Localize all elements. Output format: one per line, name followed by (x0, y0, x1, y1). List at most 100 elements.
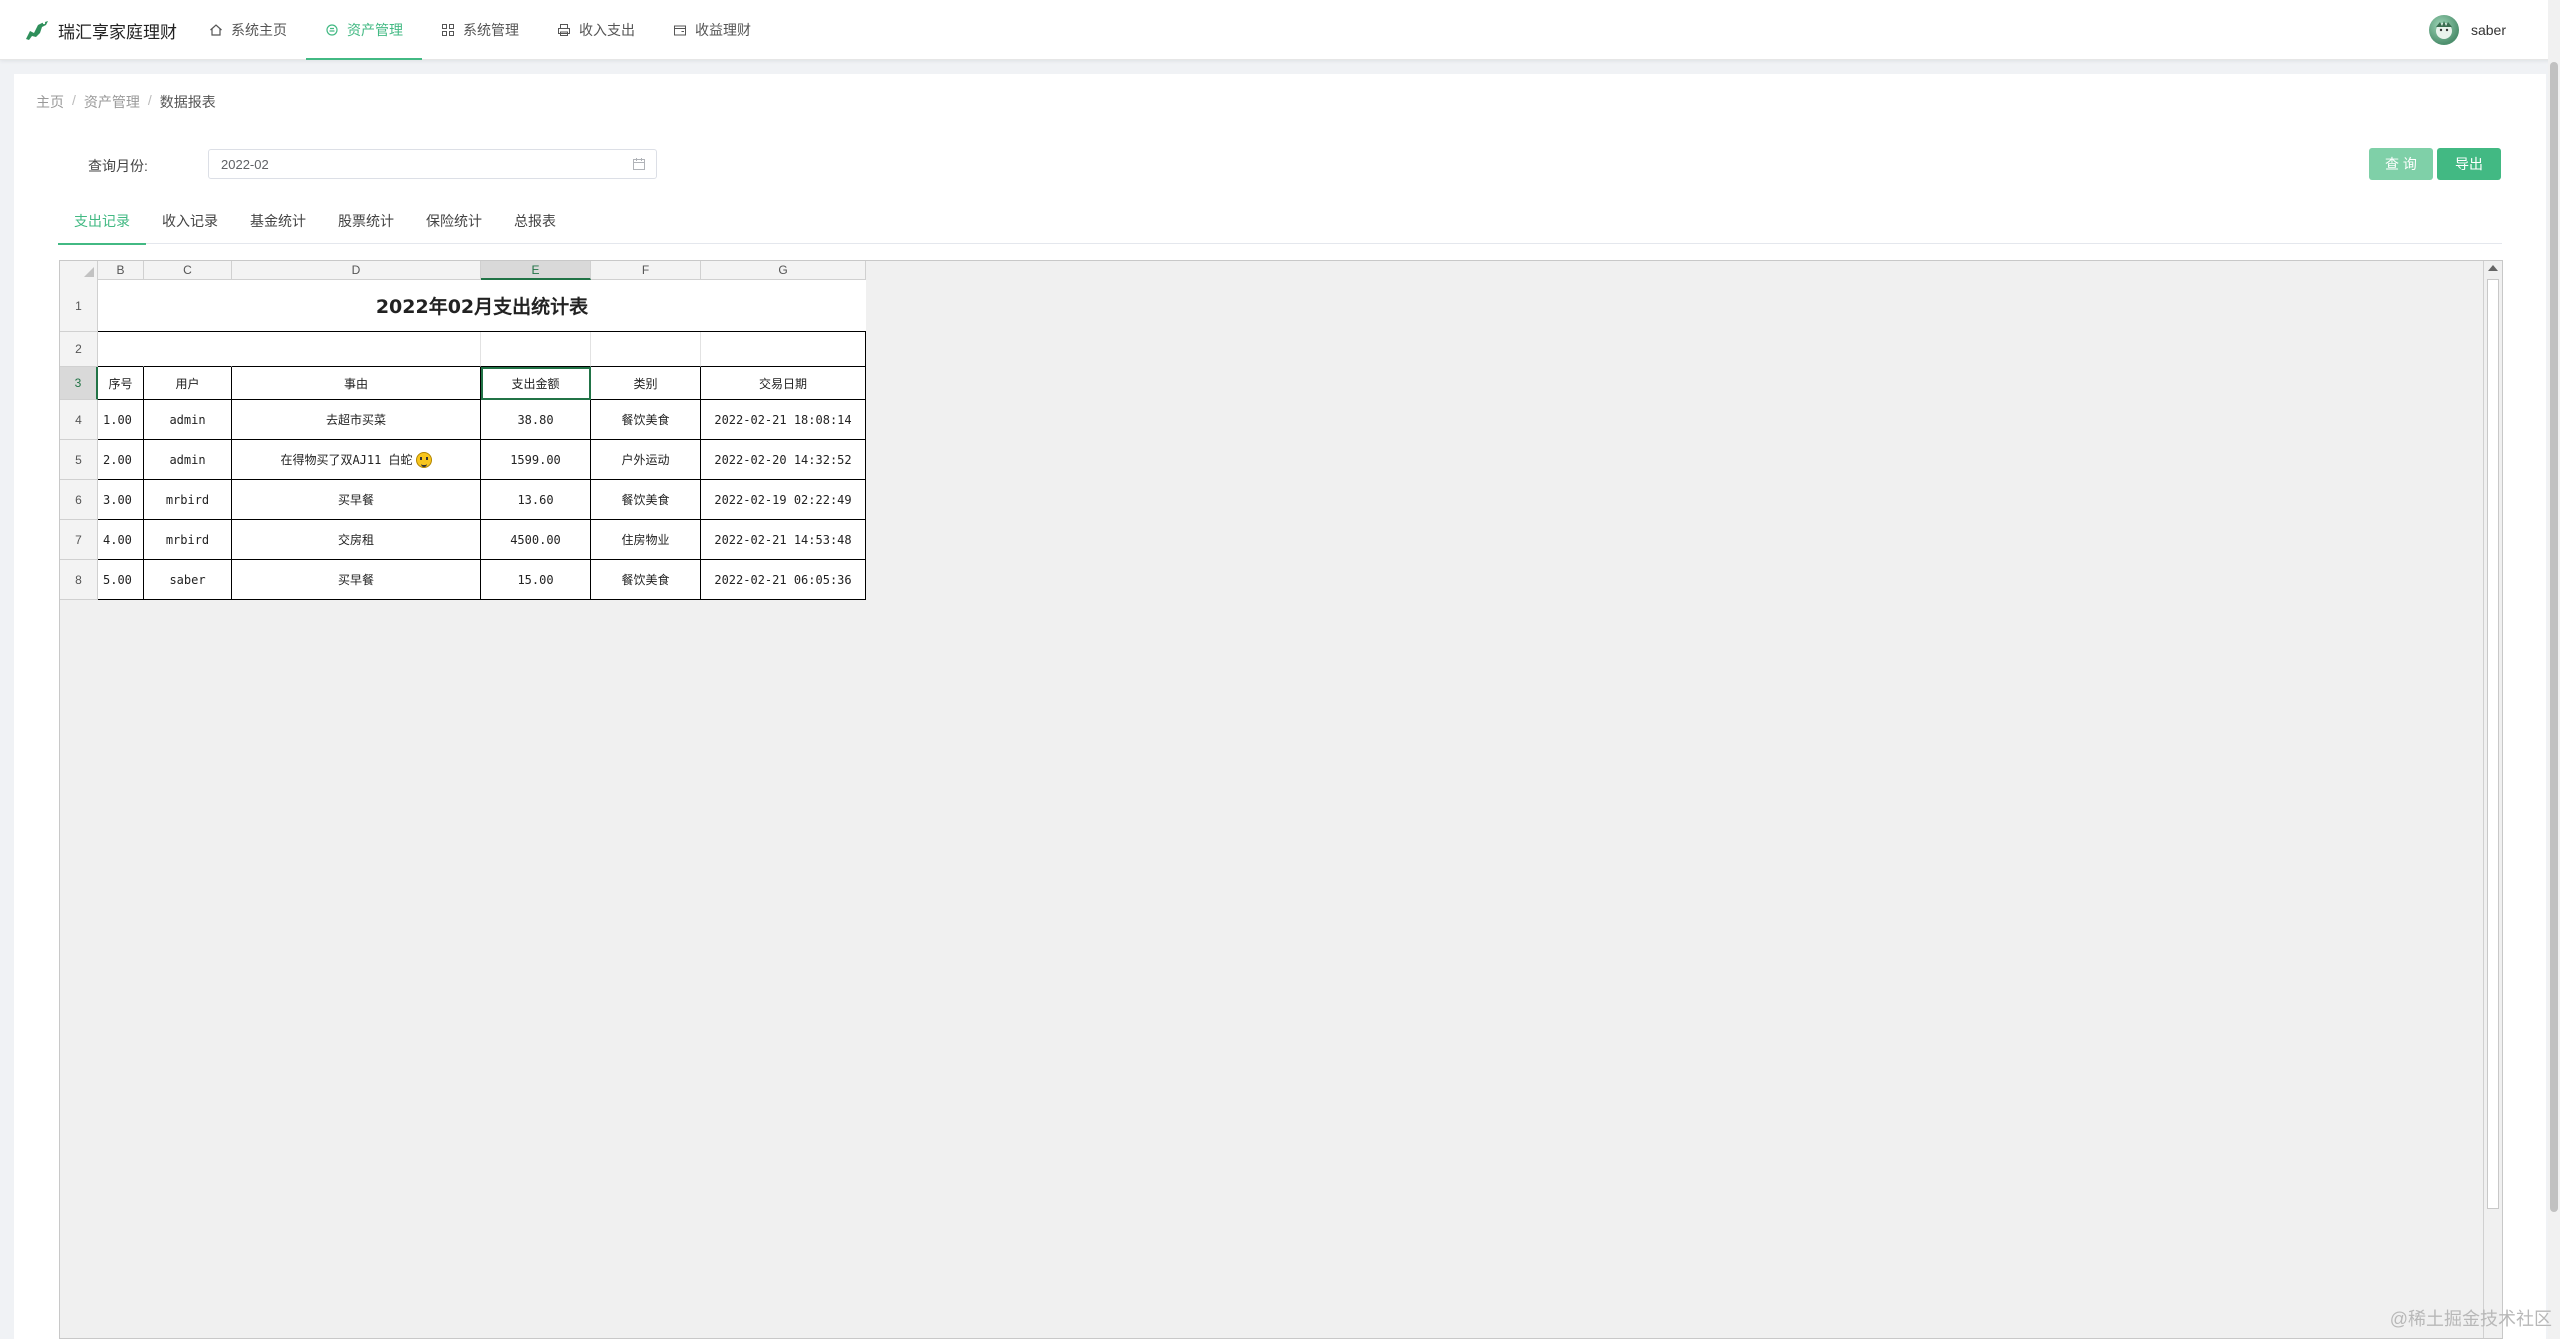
table-cell[interactable]: mrbird (144, 520, 232, 560)
row-header[interactable]: 1 (60, 280, 98, 332)
month-picker-input[interactable]: 2022-02 (208, 149, 657, 179)
row-header[interactable]: 4 (60, 400, 98, 440)
row-header[interactable]: 6 (60, 480, 98, 520)
column-header[interactable]: G (701, 261, 866, 280)
table-row: 2.00 admin 在得物买了双AJ11 白蛇 1599.00 户外运动 20… (98, 440, 866, 480)
table-cell[interactable]: 去超市买菜 (232, 400, 481, 440)
row-header[interactable]: 7 (60, 520, 98, 560)
nav-item-label: 收入支出 (579, 22, 635, 38)
query-button[interactable]: 查 询 (2369, 148, 2433, 180)
dinosaur-logo-icon (24, 19, 50, 41)
row-header[interactable]: 2 (60, 332, 98, 367)
grinning-face-emoji-icon (415, 451, 432, 468)
column-header[interactable]: C (144, 261, 232, 280)
scrollbar-thumb[interactable] (2550, 62, 2558, 1212)
tab-income-records[interactable]: 收入记录 (146, 204, 234, 244)
printer-icon (558, 24, 570, 36)
header-cell[interactable]: 用户 (144, 367, 232, 400)
breadcrumb-separator: / (72, 92, 76, 108)
table-cell[interactable]: 2022-02-21 18:08:14 (701, 400, 866, 440)
sheet-vertical-scrollbar[interactable] (2483, 261, 2502, 1338)
table-cell[interactable]: 餐饮美食 (591, 400, 701, 440)
scrollbar-thumb[interactable] (2487, 279, 2499, 1209)
table-cell[interactable]: 餐饮美食 (591, 480, 701, 520)
header-cell[interactable]: 类别 (591, 367, 701, 400)
breadcrumb-separator: / (147, 92, 152, 108)
row-headers: 1 2 3 4 5 6 7 8 (60, 280, 98, 600)
breadcrumb-home[interactable]: 主页 (36, 92, 64, 112)
breadcrumb-asset-management[interactable]: 资产管理 (84, 92, 140, 112)
table-cell[interactable]: saber (144, 560, 232, 600)
spreadsheet-viewer[interactable]: B C D E F G 1 2 3 4 5 6 7 8 2022年02月支出统计… (59, 260, 2503, 1339)
header-cell[interactable]: 事由 (232, 367, 481, 400)
tab-expense-records[interactable]: 支出记录 (58, 204, 146, 245)
table-cell[interactable]: 13.60 (481, 480, 591, 520)
nav-item-asset-management[interactable]: 资产管理 (306, 0, 422, 60)
table-cell[interactable]: admin (144, 440, 232, 480)
column-header[interactable]: D (232, 261, 481, 280)
row-header-selected[interactable]: 3 (60, 367, 98, 400)
table-cell[interactable]: 15.00 (481, 560, 591, 600)
table-row: 4.00 mrbird 交房租 4500.00 住房物业 2022-02-21 … (98, 520, 866, 560)
nav-item-investment[interactable]: 收益理财 (654, 0, 770, 60)
nav-item-label: 资产管理 (347, 22, 403, 38)
table-cell[interactable]: 住房物业 (591, 520, 701, 560)
table-cell[interactable]: 4500.00 (481, 520, 591, 560)
table-cell[interactable]: 1.00 (98, 400, 144, 440)
table-cell[interactable]: 交房租 (232, 520, 481, 560)
empty-cell[interactable] (232, 332, 481, 367)
nav-item-home[interactable]: 系统主页 (190, 0, 306, 60)
nav-item-system-management[interactable]: 系统管理 (422, 0, 538, 60)
tab-stock-statistics[interactable]: 股票统计 (322, 204, 410, 244)
table-cell[interactable]: 户外运动 (591, 440, 701, 480)
table-cell[interactable]: 3.00 (98, 480, 144, 520)
avatar[interactable] (2428, 15, 2459, 45)
tab-fund-statistics[interactable]: 基金统计 (234, 204, 322, 244)
empty-cell[interactable] (481, 332, 591, 367)
main-nav: 系统主页 资产管理 系统管理 收入支出 收益理财 (190, 0, 770, 60)
scroll-up-arrow-icon[interactable] (2488, 265, 2498, 271)
page-vertical-scrollbar[interactable] (2548, 0, 2560, 1339)
nav-item-income-expense[interactable]: 收入支出 (538, 0, 654, 60)
row-header[interactable]: 8 (60, 560, 98, 600)
app-name: 瑞汇享家庭理财 (58, 22, 177, 42)
table-cell[interactable]: 2022-02-21 14:53:48 (701, 520, 866, 560)
table-cell[interactable]: 买早餐 (232, 480, 481, 520)
empty-cell[interactable] (591, 332, 701, 367)
column-headers: B C D E F G (60, 261, 866, 280)
table-cell[interactable]: 1599.00 (481, 440, 591, 480)
empty-cell[interactable] (98, 332, 144, 367)
table-cell[interactable]: 2022-02-20 14:32:52 (701, 440, 866, 480)
tab-summary-report[interactable]: 总报表 (498, 204, 572, 244)
grid-icon (442, 24, 454, 36)
table-cell[interactable]: 4.00 (98, 520, 144, 560)
calendar-icon[interactable] (632, 157, 646, 171)
tab-insurance-statistics[interactable]: 保险统计 (410, 204, 498, 244)
nav-item-label: 收益理财 (695, 22, 751, 38)
header-cell[interactable]: 序号 (98, 367, 144, 400)
table-cell[interactable]: mrbird (144, 480, 232, 520)
header-cell[interactable]: 交易日期 (701, 367, 866, 400)
empty-cell[interactable] (144, 332, 232, 367)
column-header[interactable]: B (98, 261, 144, 280)
table-cell[interactable]: 餐饮美食 (591, 560, 701, 600)
wallet-icon (674, 25, 686, 36)
empty-cell[interactable] (701, 332, 866, 367)
sheet-title[interactable]: 2022年02月支出统计表 (98, 280, 866, 332)
column-header[interactable]: F (591, 261, 701, 280)
table-cell[interactable]: 2022-02-19 02:22:49 (701, 480, 866, 520)
table-cell[interactable]: 5.00 (98, 560, 144, 600)
table-cell[interactable]: admin (144, 400, 232, 440)
table-cell[interactable]: 买早餐 (232, 560, 481, 600)
column-header-selected[interactable]: E (481, 261, 591, 280)
table-cell[interactable]: 2022-02-21 06:05:36 (701, 560, 866, 600)
table-cell-with-emoji[interactable]: 在得物买了双AJ11 白蛇 (232, 440, 481, 480)
header-cell-selected[interactable]: 支出金额 (481, 367, 591, 400)
row-header[interactable]: 5 (60, 440, 98, 480)
table-cell[interactable]: 38.80 (481, 400, 591, 440)
user-menu[interactable]: saber (2428, 0, 2506, 60)
table-cell[interactable]: 2.00 (98, 440, 144, 480)
export-button[interactable]: 导出 (2437, 148, 2501, 180)
select-all-corner[interactable] (60, 261, 98, 280)
app-logo[interactable]: 瑞汇享家庭理财 (24, 0, 177, 60)
